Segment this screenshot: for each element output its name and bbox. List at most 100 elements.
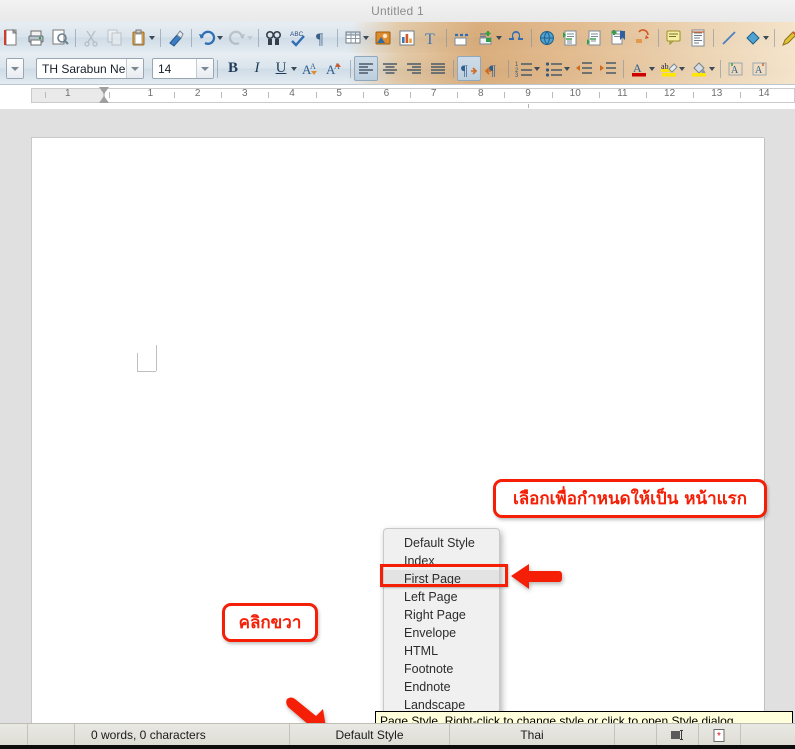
insert-image-button[interactable] (371, 25, 395, 50)
print-button[interactable] (24, 25, 48, 50)
window-title: Untitled 1 (371, 4, 424, 18)
page-break-button[interactable] (450, 25, 474, 50)
decrease-indent-button[interactable] (572, 56, 596, 81)
status-selection-mode[interactable] (657, 723, 699, 746)
status-modified-state[interactable]: * (699, 723, 741, 746)
font-size-combo[interactable]: 14 (152, 58, 214, 79)
align-center-button[interactable] (378, 56, 402, 81)
menu-item-footnote[interactable]: Footnote (384, 660, 499, 678)
background-color-button[interactable] (687, 56, 711, 81)
complex-text-a-button[interactable]: A (724, 56, 748, 81)
status-page-style[interactable]: Default Style (290, 723, 450, 746)
ltr-paragraph-button[interactable]: ¶ (457, 56, 481, 81)
spelling-icon: ABC (289, 29, 307, 47)
toolbar-separator (217, 59, 218, 78)
text-boundary-corner-icon (137, 345, 157, 372)
justify-button[interactable] (426, 56, 450, 81)
insert-chart-button[interactable] (395, 25, 419, 50)
ruler-tick (740, 92, 742, 98)
clone-formatting-button[interactable] (164, 25, 188, 50)
ordered-list-icon: 123 (515, 60, 533, 78)
bookmark-button[interactable] (607, 25, 631, 50)
menu-item-label: Envelope (404, 626, 457, 640)
cut-button[interactable] (79, 25, 103, 50)
toolbar-separator (720, 59, 721, 78)
undo-button[interactable] (195, 25, 219, 50)
track-changes-button[interactable] (686, 25, 710, 50)
paste-button[interactable] (127, 25, 151, 50)
rtl-paragraph-button[interactable]: ¶ (481, 56, 505, 81)
status-page-number[interactable] (0, 723, 28, 746)
show-draw-functions-button[interactable] (778, 25, 795, 50)
align-right-button[interactable] (402, 56, 426, 81)
status-page-style-label: Default Style (335, 727, 404, 742)
font-name-combo[interactable]: TH Sarabun Ne (36, 58, 144, 79)
insert-table-button[interactable] (341, 25, 365, 50)
insert-field-button[interactable] (474, 25, 498, 50)
paragraph-style-dropdown-arrow[interactable] (7, 59, 23, 78)
endnote-button[interactable] (583, 25, 607, 50)
font-name-dropdown-arrow[interactable] (126, 59, 143, 78)
ruler-tick (598, 92, 600, 98)
formatting-toolbar: TH Sarabun Ne14BIUAAAA¶¶123AabAA (0, 53, 795, 85)
copy-button[interactable] (103, 25, 127, 50)
decrease-font-size-button[interactable]: AA (323, 56, 347, 81)
ordered-list-button[interactable]: 123 (512, 56, 536, 81)
line-button[interactable] (717, 25, 741, 50)
annotation-highlight-first-page (380, 564, 508, 587)
redo-dropdown-arrow[interactable] (247, 35, 253, 40)
increase-font-size-icon: AA (302, 60, 320, 78)
status-language[interactable]: Thai (450, 723, 615, 746)
document-modified-icon: * (713, 728, 727, 742)
find-replace-button[interactable] (262, 25, 286, 50)
menu-item-left-page[interactable]: Left Page (384, 588, 499, 606)
increase-font-size-button[interactable]: AA (299, 56, 323, 81)
ruler-text-area (104, 88, 795, 103)
menu-item-right-page[interactable]: Right Page (384, 606, 499, 624)
highlight-color-button[interactable]: ab (657, 56, 681, 81)
complex-text-b-button[interactable]: A (748, 56, 772, 81)
menu-item-label: Landscape (404, 698, 466, 712)
redo-button[interactable] (225, 25, 249, 50)
status-zoom[interactable] (741, 724, 795, 746)
font-size-dropdown-arrow[interactable] (196, 59, 213, 78)
horizontal-ruler[interactable]: 1 1 2 3 4 5 6 7 8 9 10 11 12 13 14 (0, 85, 795, 110)
unordered-list-button[interactable] (542, 56, 566, 81)
new-doc-button[interactable] (0, 25, 24, 50)
basic-shapes-button[interactable] (741, 25, 765, 50)
italic-button[interactable]: I (245, 56, 269, 81)
menu-item-default-style[interactable]: Default Style (384, 534, 499, 552)
ruler-tick (174, 92, 176, 98)
align-right-icon (405, 60, 423, 78)
page-style-context-menu[interactable]: Default Style Index First Page Left Page Rig… (383, 528, 500, 718)
menu-item-endnote[interactable]: Endnote (384, 678, 499, 696)
formatting-marks-icon: ¶ (313, 29, 331, 47)
footnote-button[interactable] (559, 25, 583, 50)
comment-button[interactable] (662, 25, 686, 50)
formatting-marks-button[interactable]: ¶ (310, 25, 334, 50)
menu-item-envelope[interactable]: Envelope (384, 624, 499, 642)
special-character-button[interactable] (504, 25, 528, 50)
ruler-tick (221, 92, 223, 98)
print-preview-button[interactable] (48, 25, 72, 50)
print-preview-icon (51, 29, 69, 47)
svg-text:A: A (633, 61, 642, 75)
toolbar-separator (713, 28, 714, 47)
underline-button[interactable]: U (269, 56, 293, 81)
cross-reference-button[interactable] (631, 25, 655, 50)
ruler-tab-stop[interactable] (528, 104, 536, 108)
ruler-indent-marker[interactable] (98, 87, 110, 103)
insert-text-box-button[interactable]: T (419, 25, 443, 50)
hyperlink-button[interactable] (535, 25, 559, 50)
annotation-callout-right-click-label: คลิกขวา (238, 613, 302, 633)
bold-button[interactable]: B (221, 56, 245, 81)
ruler-tick-label: 8 (478, 88, 484, 99)
spelling-button[interactable]: ABC (286, 25, 310, 50)
status-spacer-mid (615, 723, 657, 746)
align-left-button[interactable] (354, 56, 378, 81)
paragraph-style-combo[interactable] (6, 58, 24, 79)
increase-indent-button[interactable] (596, 56, 620, 81)
status-word-count[interactable]: 0 words, 0 characters (75, 723, 290, 746)
font-color-button[interactable]: A (627, 56, 651, 81)
menu-item-html[interactable]: HTML (384, 642, 499, 660)
